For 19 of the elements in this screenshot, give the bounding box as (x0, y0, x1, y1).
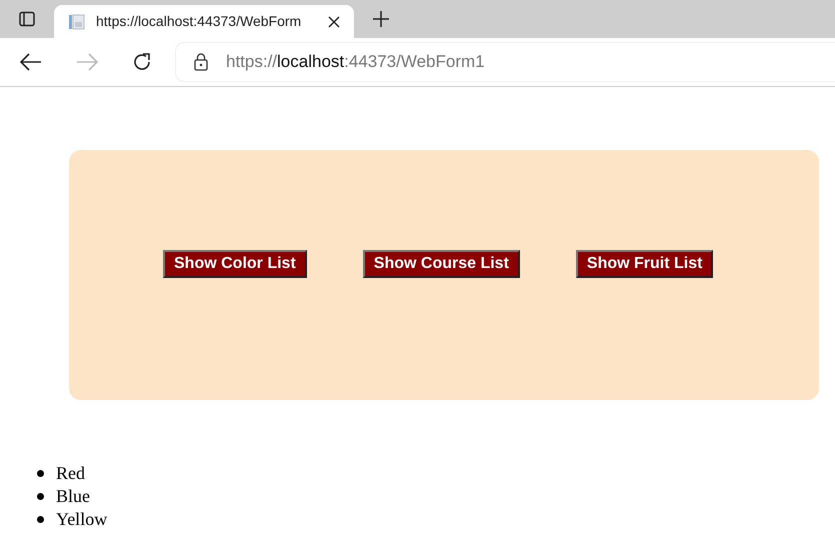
close-icon[interactable] (328, 16, 340, 28)
show-list-button[interactable]: Show Fruit List (576, 250, 714, 278)
reload-icon[interactable] (132, 52, 152, 72)
tab-title: https://localhost:44373/WebForm (96, 12, 302, 31)
bullet-icon (37, 470, 44, 477)
lock-icon (194, 53, 208, 71)
url-text: https://localhost:44373/WebForm1 (226, 51, 485, 74)
back-icon[interactable] (20, 53, 42, 71)
show-list-button[interactable]: Show Color List (163, 250, 307, 278)
list-item: Blue (56, 485, 90, 508)
page-icon (68, 12, 86, 30)
browser-tab[interactable]: https://localhost:44373/WebForm (54, 5, 354, 38)
bullet-icon (37, 493, 44, 500)
new-tab-icon[interactable] (372, 10, 390, 28)
show-list-button[interactable]: Show Course List (362, 250, 520, 278)
list-item: Yellow (56, 508, 108, 531)
tab-actions-icon[interactable] (19, 11, 35, 27)
list-item: Red (56, 462, 85, 485)
bullet-icon (37, 516, 44, 523)
